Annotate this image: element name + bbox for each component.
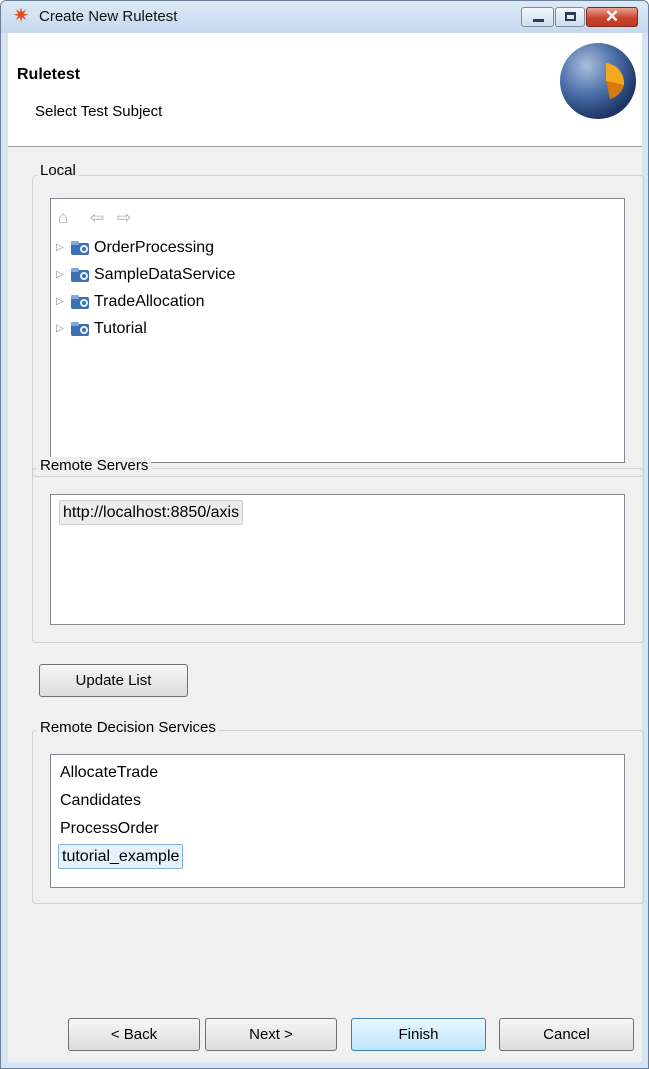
minimize-icon bbox=[533, 19, 544, 22]
project-folder-icon bbox=[71, 295, 89, 309]
cancel-button[interactable]: Cancel bbox=[499, 1018, 634, 1051]
page-title: Ruletest bbox=[17, 66, 81, 83]
local-group-label: Local bbox=[37, 162, 79, 180]
expand-arrow-icon[interactable]: ▷ bbox=[56, 262, 68, 287]
close-icon: ✕ bbox=[604, 7, 620, 26]
title-bar[interactable]: ✷ Create New Ruletest ✕ bbox=[1, 1, 648, 33]
list-item[interactable]: AllocateTrade bbox=[57, 760, 161, 785]
tree-item-label: TradeAllocation bbox=[94, 293, 205, 310]
maximize-button[interactable] bbox=[555, 7, 585, 27]
close-button[interactable]: ✕ bbox=[586, 7, 638, 27]
maximize-icon bbox=[565, 12, 576, 21]
tree-item-label: SampleDataService bbox=[94, 266, 236, 283]
list-item[interactable]: ProcessOrder bbox=[57, 816, 162, 841]
list-item-selected[interactable]: tutorial_example bbox=[58, 844, 184, 869]
dialog-window: ✷ Create New Ruletest ✕ Ruletest Select … bbox=[0, 0, 649, 1069]
expand-arrow-icon[interactable]: ▷ bbox=[56, 316, 68, 341]
remote-services-label: Remote Decision Services bbox=[37, 719, 219, 737]
update-list-button[interactable]: Update List bbox=[39, 664, 188, 697]
window-title: Create New Ruletest bbox=[39, 8, 178, 25]
minimize-button[interactable] bbox=[521, 7, 554, 27]
forward-arrow-icon[interactable]: ⇨ bbox=[117, 206, 131, 230]
project-folder-icon bbox=[71, 322, 89, 336]
finish-button[interactable]: Finish bbox=[351, 1018, 486, 1051]
home-icon[interactable]: ⌂ bbox=[58, 206, 68, 230]
wizard-banner: Ruletest Select Test Subject bbox=[8, 33, 642, 147]
app-icon: ✷ bbox=[12, 5, 30, 27]
back-button[interactable]: < Back bbox=[68, 1018, 200, 1051]
dialog-content: Ruletest Select Test Subject Local ⌂ ⇦ ⇨… bbox=[8, 33, 644, 1062]
back-arrow-icon[interactable]: ⇦ bbox=[90, 206, 104, 230]
project-folder-icon bbox=[71, 268, 89, 282]
project-folder-icon bbox=[71, 241, 89, 255]
tree-item-label: OrderProcessing bbox=[94, 239, 215, 256]
page-subtitle: Select Test Subject bbox=[35, 103, 163, 120]
product-logo-icon bbox=[560, 43, 636, 119]
expand-arrow-icon[interactable]: ▷ bbox=[56, 289, 68, 314]
list-item[interactable]: http://localhost:8850/axis bbox=[59, 500, 244, 525]
expand-arrow-icon[interactable]: ▷ bbox=[56, 235, 68, 260]
next-button[interactable]: Next > bbox=[205, 1018, 337, 1051]
tree-nav-bar: ⌂ ⇦ ⇨ bbox=[50, 206, 613, 230]
list-item[interactable]: Candidates bbox=[57, 788, 144, 813]
tree-item-label: Tutorial bbox=[94, 320, 147, 337]
remote-servers-label: Remote Servers bbox=[37, 457, 152, 475]
